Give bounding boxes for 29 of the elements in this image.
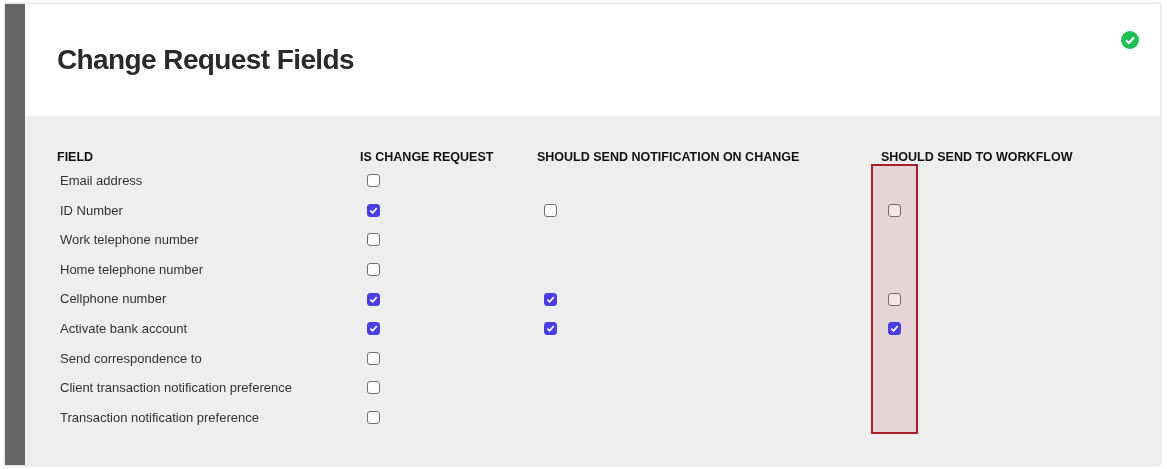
field-label: Cellphone number bbox=[60, 290, 167, 309]
checkbox[interactable] bbox=[367, 263, 380, 277]
column-header: IS CHANGE REQUEST bbox=[360, 149, 495, 166]
field-label: Work telephone number bbox=[60, 231, 199, 250]
checkbox[interactable] bbox=[544, 322, 557, 336]
field-label: Send correspondence to bbox=[60, 349, 202, 368]
field-label: Email address bbox=[60, 172, 143, 191]
checkbox[interactable] bbox=[888, 203, 901, 217]
checkbox[interactable] bbox=[544, 292, 557, 306]
checkbox[interactable] bbox=[367, 292, 380, 306]
page-title: Change Request Fields bbox=[57, 43, 354, 77]
column-header: FIELD bbox=[57, 149, 95, 166]
checkbox[interactable] bbox=[367, 351, 380, 365]
field-label: Transaction notification preference bbox=[60, 408, 259, 427]
checkbox[interactable] bbox=[367, 322, 380, 336]
checkbox[interactable] bbox=[888, 292, 901, 306]
field-label: ID Number bbox=[60, 201, 123, 220]
checkbox[interactable] bbox=[544, 203, 557, 217]
field-label: Home telephone number bbox=[60, 260, 204, 279]
field-label: Client transaction notification preference bbox=[60, 379, 292, 398]
checkbox[interactable] bbox=[367, 381, 380, 395]
checkbox[interactable] bbox=[888, 322, 901, 336]
checkbox[interactable] bbox=[367, 203, 380, 217]
field-label: Activate bank account bbox=[60, 320, 188, 338]
column-header: SHOULD SEND NOTIFICATION ON CHANGE bbox=[537, 149, 801, 166]
column-header: SHOULD SEND TO WORKFLOW bbox=[881, 149, 1074, 166]
checkbox[interactable] bbox=[367, 411, 380, 425]
checkbox[interactable] bbox=[367, 233, 380, 247]
checkbox[interactable] bbox=[367, 174, 380, 188]
